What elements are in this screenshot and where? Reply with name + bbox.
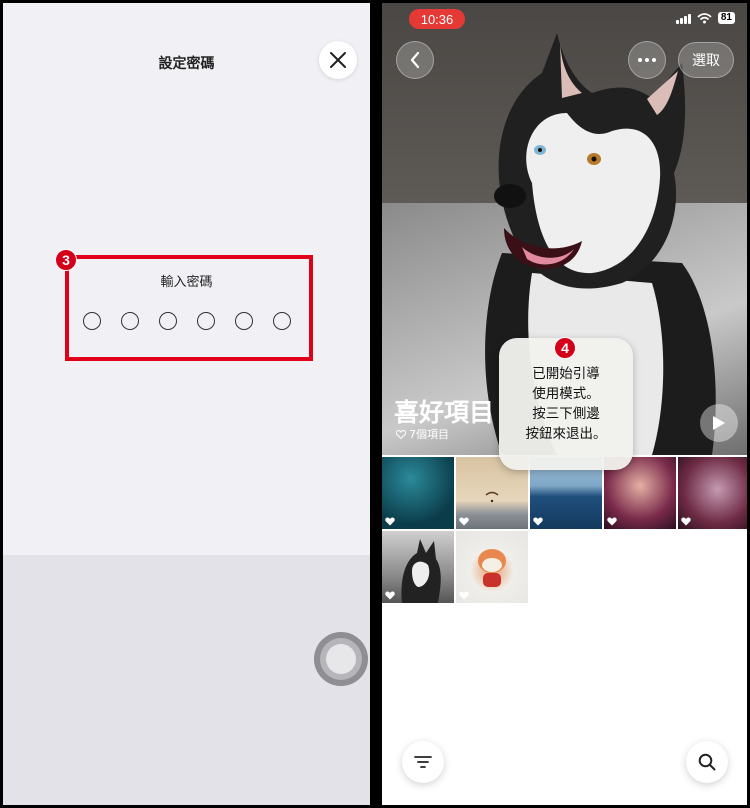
album-title: 喜好項目	[394, 398, 495, 427]
favorite-heart-icon	[533, 517, 543, 526]
photos-album-screen: 10:36 81 選取 喜好項目 7個項目 已開始引導 使用模式。 按三下側邊 …	[382, 3, 747, 805]
battery-level: 81	[717, 12, 735, 24]
toast-line: 使用模式。	[532, 386, 600, 402]
wifi-icon	[697, 12, 712, 23]
photo-thumbnail[interactable]	[382, 531, 454, 603]
assistive-touch-button[interactable]	[314, 632, 368, 686]
passcode-screen: 設定密碼 輸入密碼 3	[3, 3, 370, 805]
favorite-heart-icon	[385, 517, 395, 526]
ellipsis-icon	[638, 58, 656, 62]
status-time: 10:36	[409, 9, 465, 29]
keypad-area	[3, 555, 370, 805]
assistive-touch-core	[326, 644, 356, 674]
close-icon	[330, 52, 346, 68]
album-count-label: 7個項目	[409, 428, 449, 441]
favorite-heart-icon	[459, 591, 469, 600]
photo-thumbnail[interactable]	[456, 531, 528, 603]
page-title: 設定密碼	[158, 56, 215, 72]
step-badge: 3	[55, 249, 77, 271]
favorite-heart-icon	[607, 517, 617, 526]
search-icon	[698, 753, 716, 771]
close-button[interactable]	[319, 41, 357, 79]
favorite-heart-icon	[681, 517, 691, 526]
toast-line: 按鈕來退出。	[525, 426, 607, 442]
cellular-signal-icon	[675, 13, 691, 24]
filter-button[interactable]	[402, 741, 444, 783]
photo-thumbnail[interactable]	[678, 457, 747, 529]
select-button[interactable]: 選取	[678, 42, 734, 78]
favorite-heart-icon	[385, 591, 395, 600]
heart-outline-icon	[396, 429, 406, 439]
album-item-count: 7個項目	[396, 426, 449, 442]
chevron-left-icon	[410, 51, 420, 69]
favorite-heart-icon	[459, 517, 469, 526]
play-icon	[713, 416, 725, 430]
filter-icon	[414, 756, 432, 768]
toast-line: 按三下側邊	[532, 406, 600, 422]
assistive-touch-ring	[320, 638, 362, 680]
search-button[interactable]	[686, 741, 728, 783]
step-badge: 4	[554, 337, 576, 359]
back-button[interactable]	[396, 41, 434, 79]
annotation-highlight-box	[65, 255, 313, 361]
more-options-button[interactable]	[628, 41, 666, 79]
play-slideshow-button[interactable]	[700, 404, 738, 442]
status-bar-right: 81	[675, 12, 735, 24]
photo-thumbnail[interactable]	[382, 457, 454, 529]
toast-line: 已開始引導	[532, 366, 600, 382]
